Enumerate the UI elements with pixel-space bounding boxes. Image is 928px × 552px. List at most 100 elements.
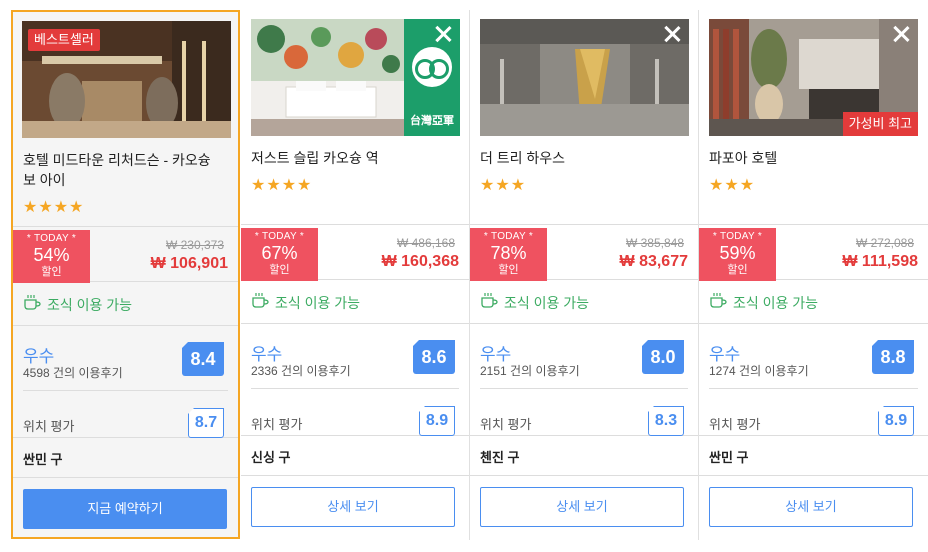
rating-section: 우수 1274 건의 이용후기 8.8 위치 평가 8.9 [699,324,928,436]
original-price: ₩ 230,373 [165,238,224,252]
location-rating-label: 위치 평가 [480,417,532,432]
discount-label: 할인 [727,264,748,276]
location-score: 8.3 [647,405,684,436]
view-details-button[interactable]: 상세 보기 [709,487,913,527]
location-score: 8.9 [877,405,914,436]
district-name: 싼민 구 [709,450,749,465]
sale-price: ₩ 111,598 [842,253,918,270]
breakfast-info: 조식 이용 가능 [13,282,238,326]
tripadvisor-owl-icon [412,47,452,87]
discount-percent: 67% [261,243,298,263]
best-value-badge: 가성비 최고 [842,112,918,136]
award-text: 台灣亞軍 [410,115,454,127]
hotel-photo[interactable]: 台灣亞軍 [251,19,460,136]
bestseller-badge: 베스트셀러 [28,29,100,51]
sale-price: ₩ 160,368 [381,253,459,270]
location-rating-label: 위치 평가 [23,419,75,434]
district-row: 첸진 구 [470,436,698,476]
breakfast-info: 조식 이용 가능 [699,280,928,324]
coffee-cup-icon [481,293,498,308]
review-score: 8.4 [181,341,224,376]
original-price: ₩ 486,168 [396,236,455,250]
discount-percent: 59% [719,243,756,263]
today-label: * TODAY * [26,233,77,244]
close-icon[interactable] [432,23,454,45]
today-discount-badge: * TODAY * 59% 할인 [699,228,776,281]
review-count[interactable]: 4598 건의 이용후기 [23,364,123,381]
hotel-name[interactable]: 파포아 호텔 [709,148,909,168]
close-icon[interactable] [661,23,683,45]
sale-price: ₩ 106,901 [150,255,228,272]
star-rating: ★★★ [709,177,756,194]
district-name: 싼민 구 [23,452,63,467]
today-discount-badge: * TODAY * 67% 할인 [241,228,318,281]
today-discount-badge: * TODAY * 78% 할인 [470,228,547,281]
hotel-card[interactable]: 더 트리 하우스 ★★★ * TODAY * 78% 할인 ₩ 385,848 … [470,10,699,540]
review-score: 8.6 [412,339,455,374]
divider [23,390,228,391]
breakfast-label: 조식 이용 가능 [47,297,133,313]
hotel-photo[interactable] [480,19,689,136]
book-now-button[interactable]: 지금 예약하기 [23,489,227,529]
price-row: * TODAY * 54% 할인 ₩ 230,373 ₩ 106,901 [13,226,238,283]
review-count[interactable]: 2151 건의 이용후기 [480,362,580,379]
today-label: * TODAY * [254,231,305,242]
divider [709,388,918,389]
original-price: ₩ 272,088 [855,236,914,250]
price-row: * TODAY * 59% 할인 ₩ 272,088 ₩ 111,598 [699,224,928,281]
review-score: 8.8 [871,339,914,374]
view-details-button[interactable]: 상세 보기 [251,487,455,527]
hotel-card[interactable]: 台灣亞軍 저스트 슬립 카오슝 역 ★★★★ * TODAY * 67% 할인 … [241,10,470,540]
original-price: ₩ 385,848 [625,236,684,250]
close-icon[interactable] [890,23,912,45]
location-score: 8.7 [187,407,224,438]
coffee-cup-icon [710,293,727,308]
rating-section: 우수 2151 건의 이용후기 8.0 위치 평가 8.3 [470,324,698,436]
breakfast-label: 조식 이용 가능 [275,295,361,311]
today-label: * TODAY * [483,231,534,242]
coffee-cup-icon [252,293,269,308]
hotel-comparison: 베스트셀러 호텔 미드타운 리처드슨 - 카오슝 보 아이 ★★★★ * TOD… [0,0,928,552]
today-discount-badge: * TODAY * 54% 할인 [13,230,90,283]
discount-label: 할인 [269,264,290,276]
hotel-photo[interactable]: 가성비 최고 [709,19,918,136]
breakfast-info: 조식 이용 가능 [470,280,698,324]
review-count[interactable]: 1274 건의 이용후기 [709,362,809,379]
location-rating-label: 위치 평가 [709,417,761,432]
hotel-card[interactable]: 베스트셀러 호텔 미드타운 리처드슨 - 카오슝 보 아이 ★★★★ * TOD… [11,10,240,539]
breakfast-label: 조식 이용 가능 [504,295,590,311]
sale-price: ₩ 83,677 [619,253,688,270]
lobby-tree-image [480,19,689,136]
price-row: * TODAY * 78% 할인 ₩ 385,848 ₩ 83,677 [470,224,698,281]
district-row: 싼민 구 [13,438,238,478]
hotel-name[interactable]: 저스트 슬립 카오슝 역 [251,148,451,168]
hotel-name[interactable]: 더 트리 하우스 [480,148,680,168]
discount-label: 할인 [41,266,62,278]
coffee-cup-icon [24,295,41,310]
rating-section: 우수 4598 건의 이용후기 8.4 위치 평가 8.7 [13,326,238,438]
star-rating: ★★★★ [251,177,313,194]
breakfast-info: 조식 이용 가능 [241,280,469,324]
star-rating: ★★★★ [23,199,85,216]
discount-percent: 54% [33,245,70,265]
divider [251,388,459,389]
review-score: 8.0 [641,339,684,374]
discount-percent: 78% [490,243,527,263]
hotel-card[interactable]: 가성비 최고 파포아 호텔 ★★★ * TODAY * 59% 할인 ₩ 272… [699,10,928,540]
hotel-photo[interactable]: 베스트셀러 [22,21,231,138]
breakfast-label: 조식 이용 가능 [733,295,819,311]
district-row: 신싱 구 [241,436,469,476]
hotel-name[interactable]: 호텔 미드타운 리처드슨 - 카오슝 보 아이 [23,150,223,190]
review-count[interactable]: 2336 건의 이용후기 [251,362,351,379]
view-details-button[interactable]: 상세 보기 [480,487,684,527]
district-name: 신싱 구 [251,450,291,465]
location-rating-label: 위치 평가 [251,417,303,432]
divider [480,388,688,389]
star-rating: ★★★ [480,177,527,194]
price-row: * TODAY * 67% 할인 ₩ 486,168 ₩ 160,368 [241,224,469,281]
district-row: 싼민 구 [699,436,928,476]
rating-section: 우수 2336 건의 이용후기 8.6 위치 평가 8.9 [241,324,469,436]
today-label: * TODAY * [712,231,763,242]
district-name: 첸진 구 [480,450,520,465]
discount-label: 할인 [498,264,519,276]
